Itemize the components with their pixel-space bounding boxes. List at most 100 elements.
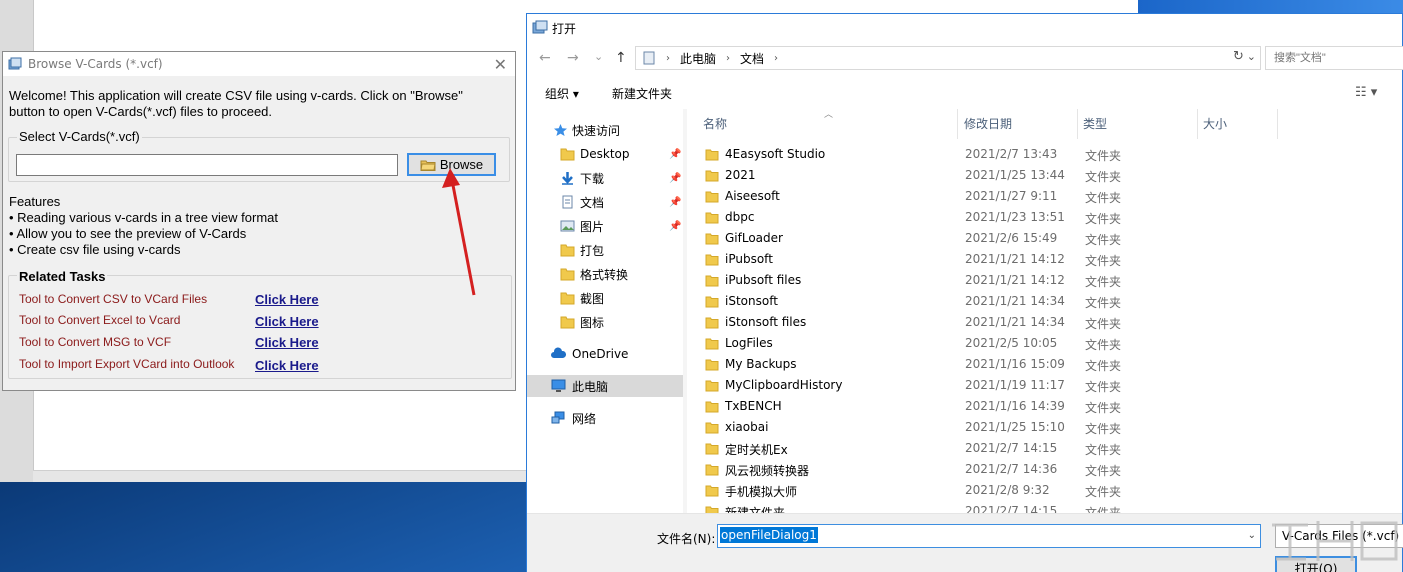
file-row[interactable]: xiaobai 2021/1/25 15:10 文件夹 bbox=[699, 418, 1399, 439]
file-type: 文件夹 bbox=[1085, 149, 1122, 163]
task-link-msg[interactable]: Click Here bbox=[255, 335, 319, 350]
file-date: 2021/1/25 15:10 bbox=[965, 420, 1065, 434]
column-divider[interactable] bbox=[1077, 109, 1078, 139]
folder-icon bbox=[560, 148, 575, 161]
column-divider[interactable] bbox=[957, 109, 958, 139]
forward-arrow-icon[interactable]: → bbox=[567, 50, 579, 66]
file-row[interactable]: Aiseesoft 2021/1/27 9:11 文件夹 bbox=[699, 187, 1399, 208]
column-header-size[interactable]: 大小 bbox=[1203, 115, 1227, 132]
file-date: 2021/1/21 14:12 bbox=[965, 252, 1065, 266]
breadcrumb-documents[interactable]: 文档 bbox=[740, 50, 764, 67]
folder-icon bbox=[705, 422, 719, 434]
nav-folder-dabao[interactable]: 打包 bbox=[527, 239, 683, 261]
file-type-filter-select[interactable]: V-Cards Files (*.vcf) bbox=[1275, 524, 1403, 548]
file-row[interactable]: GifLoader 2021/2/6 15:49 文件夹 bbox=[699, 229, 1399, 250]
breadcrumb-this-pc[interactable]: 此电脑 bbox=[680, 50, 716, 67]
file-row[interactable]: My Backups 2021/1/16 15:09 文件夹 bbox=[699, 355, 1399, 376]
file-name: TxBENCH bbox=[725, 399, 782, 413]
folder-icon bbox=[705, 233, 719, 245]
address-folder-icon bbox=[643, 51, 655, 65]
recent-locations-icon[interactable]: ⌄ bbox=[594, 50, 603, 63]
nav-desktop[interactable]: Desktop 📌 bbox=[527, 143, 683, 165]
select-vcards-legend: Select V-Cards(*.vcf) bbox=[17, 129, 142, 144]
picture-icon bbox=[560, 220, 575, 232]
folder-icon bbox=[705, 380, 719, 392]
file-row[interactable]: 风云视频转换器 2021/2/7 14:36 文件夹 bbox=[699, 460, 1399, 481]
nav-network[interactable]: 网络 bbox=[527, 407, 683, 429]
chevron-down-icon[interactable]: ⌄ bbox=[1248, 530, 1256, 541]
file-date: 2021/1/25 13:44 bbox=[965, 168, 1065, 182]
file-date: 2021/2/5 10:05 bbox=[965, 336, 1058, 350]
file-date: 2021/2/7 14:36 bbox=[965, 462, 1058, 476]
file-row[interactable]: iStonsoft files 2021/1/21 14:34 文件夹 bbox=[699, 313, 1399, 334]
file-date: 2021/1/21 14:34 bbox=[965, 294, 1065, 308]
column-header-type[interactable]: 类型 bbox=[1083, 115, 1107, 132]
folder-icon bbox=[705, 317, 719, 329]
filename-input[interactable]: openFileDialog1 ⌄ bbox=[717, 524, 1261, 548]
file-date: 2021/2/7 13:43 bbox=[965, 147, 1058, 161]
folder-icon bbox=[705, 275, 719, 287]
nav-downloads[interactable]: 下载 📌 bbox=[527, 167, 683, 189]
file-row[interactable]: 4Easysoft Studio 2021/2/7 13:43 文件夹 bbox=[699, 145, 1399, 166]
address-bar[interactable]: › 此电脑 › 文档 › ⌄ bbox=[635, 46, 1261, 70]
file-name: 4Easysoft Studio bbox=[725, 147, 826, 161]
file-row[interactable]: iPubsoft files 2021/1/21 14:12 文件夹 bbox=[699, 271, 1399, 292]
file-type: 文件夹 bbox=[1085, 422, 1122, 436]
open-dialog-titlebar: 打开 bbox=[527, 14, 1402, 44]
file-date: 2021/2/6 15:49 bbox=[965, 231, 1058, 245]
file-date: 2021/1/19 11:17 bbox=[965, 378, 1065, 392]
file-row[interactable]: 手机模拟大师 2021/2/8 9:32 文件夹 bbox=[699, 481, 1399, 502]
file-date: 2021/1/16 15:09 bbox=[965, 357, 1065, 371]
nav-folder-tubiao[interactable]: 图标 bbox=[527, 311, 683, 333]
browse-button[interactable]: Browse bbox=[407, 153, 496, 176]
nav-this-pc[interactable]: 此电脑 bbox=[527, 375, 683, 397]
search-input[interactable] bbox=[1265, 46, 1403, 70]
file-row[interactable]: 定时关机Ex 2021/2/7 14:15 文件夹 bbox=[699, 439, 1399, 460]
folder-icon bbox=[560, 244, 575, 257]
file-name: iPubsoft files bbox=[725, 273, 802, 287]
address-dropdown-icon[interactable]: ⌄ bbox=[1247, 50, 1256, 63]
organize-menu[interactable]: 组织 ▾ bbox=[545, 85, 579, 102]
task-link-csv[interactable]: Click Here bbox=[255, 292, 319, 307]
nav-documents[interactable]: 文档 📌 bbox=[527, 191, 683, 213]
view-options-icon[interactable]: ☷ ▾ bbox=[1355, 85, 1377, 100]
open-button[interactable]: 打开(O) bbox=[1275, 556, 1357, 572]
star-icon bbox=[554, 124, 567, 136]
file-row[interactable]: iStonsoft 2021/1/21 14:34 文件夹 bbox=[699, 292, 1399, 313]
computer-icon bbox=[551, 379, 566, 392]
welcome-text: Welcome! This application will create CS… bbox=[9, 88, 463, 119]
back-arrow-icon[interactable]: ← bbox=[539, 50, 551, 66]
file-type: 文件夹 bbox=[1085, 275, 1122, 289]
file-row[interactable]: iPubsoft 2021/1/21 14:12 文件夹 bbox=[699, 250, 1399, 271]
nav-folder-jietu[interactable]: 截图 bbox=[527, 287, 683, 309]
nav-onedrive[interactable]: OneDrive bbox=[527, 343, 683, 365]
file-row[interactable]: LogFiles 2021/2/5 10:05 文件夹 bbox=[699, 334, 1399, 355]
task-link-excel[interactable]: Click Here bbox=[255, 314, 319, 329]
folder-icon bbox=[560, 268, 575, 281]
column-header-name[interactable]: 名称 bbox=[703, 115, 727, 132]
new-folder-button[interactable]: 新建文件夹 bbox=[612, 85, 672, 102]
file-row[interactable]: TxBENCH 2021/1/16 14:39 文件夹 bbox=[699, 397, 1399, 418]
file-type: 文件夹 bbox=[1085, 380, 1122, 394]
close-icon[interactable]: ✕ bbox=[494, 55, 507, 75]
nav-pictures[interactable]: 图片 📌 bbox=[527, 215, 683, 237]
file-date: 2021/1/21 14:34 bbox=[965, 315, 1065, 329]
file-row[interactable]: MyClipboardHistory 2021/1/19 11:17 文件夹 bbox=[699, 376, 1399, 397]
column-divider[interactable] bbox=[1277, 109, 1278, 139]
file-name: dbpc bbox=[725, 210, 755, 224]
file-row[interactable]: 2021 2021/1/25 13:44 文件夹 bbox=[699, 166, 1399, 187]
folder-icon bbox=[705, 359, 719, 371]
nav-quick-access[interactable]: 快速访问 bbox=[527, 119, 683, 141]
file-date: 2021/1/16 14:39 bbox=[965, 399, 1065, 413]
task-link-outlook[interactable]: Click Here bbox=[255, 358, 319, 373]
breadcrumb-separator: › bbox=[774, 52, 779, 64]
file-type: 文件夹 bbox=[1085, 191, 1122, 205]
file-row[interactable]: dbpc 2021/1/23 13:51 文件夹 bbox=[699, 208, 1399, 229]
refresh-icon[interactable]: ↻ bbox=[1233, 49, 1244, 64]
nav-folder-geshizhuanhuan[interactable]: 格式转换 bbox=[527, 263, 683, 285]
column-divider[interactable] bbox=[1197, 109, 1198, 139]
vcard-path-input[interactable] bbox=[16, 154, 398, 176]
up-arrow-icon[interactable]: ↑ bbox=[615, 50, 627, 66]
network-icon bbox=[551, 411, 565, 424]
column-header-date[interactable]: 修改日期 bbox=[964, 115, 1012, 132]
